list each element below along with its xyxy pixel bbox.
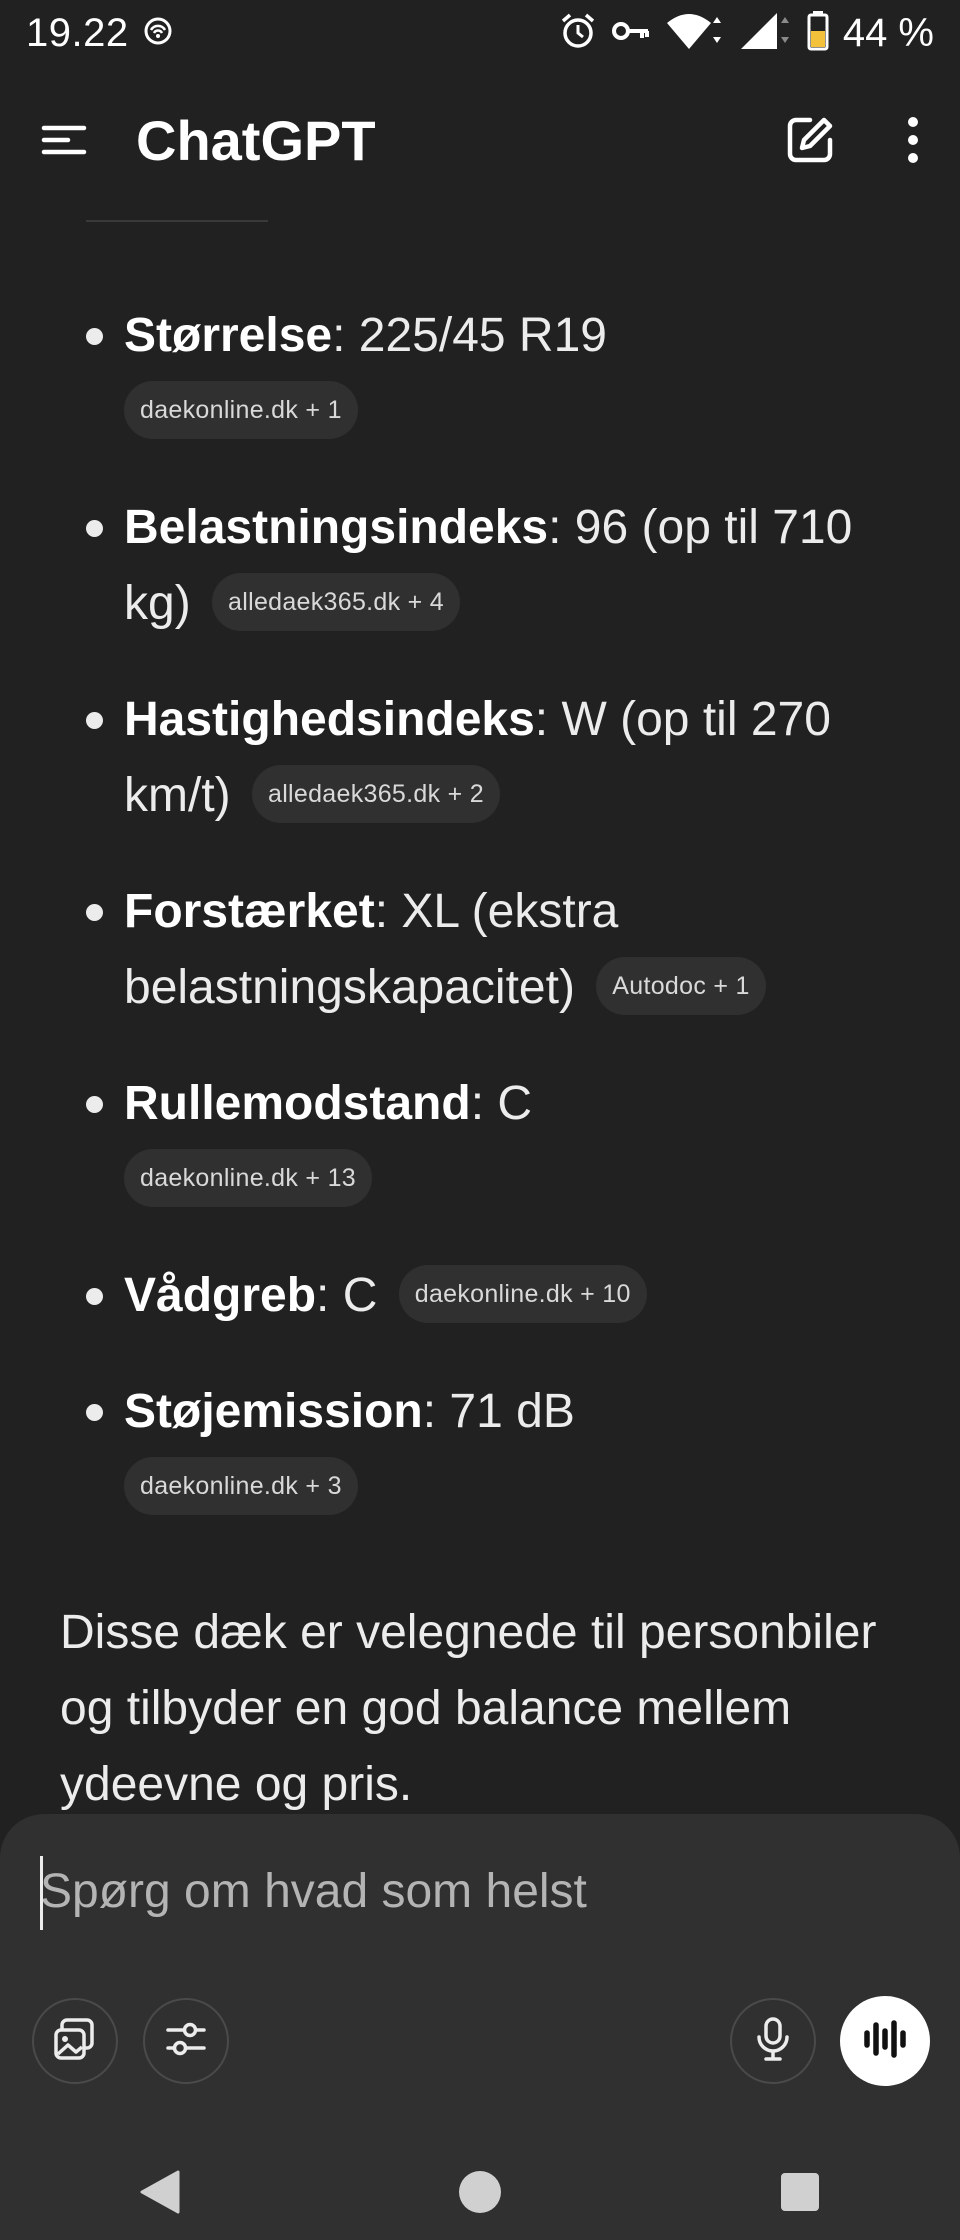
spec-term: Størrelse xyxy=(124,309,333,362)
app-bar-actions xyxy=(784,114,920,166)
spec-term: Rullemodstand xyxy=(124,1077,471,1130)
spec-value: : 225/45 R19 xyxy=(332,309,607,362)
app-bar: ChatGPT xyxy=(0,80,960,200)
bullet-dot xyxy=(86,712,103,729)
source-chip[interactable]: daekonline.dk + 1 xyxy=(124,381,358,440)
source-chip[interactable]: Autodoc + 1 xyxy=(596,957,766,1016)
spec-term: Forstærket xyxy=(124,885,375,938)
hotspot-icon xyxy=(143,14,173,53)
source-chip[interactable]: daekonline.dk + 13 xyxy=(124,1149,372,1208)
microphone-icon xyxy=(756,2016,790,2066)
voice-waveform-icon xyxy=(861,2019,909,2064)
wifi-icon xyxy=(665,11,725,56)
bullet-dot xyxy=(86,328,103,345)
battery-icon xyxy=(807,10,829,56)
bullet-dot xyxy=(86,1096,103,1113)
status-left: 19.22 xyxy=(26,11,173,56)
app-title: ChatGPT xyxy=(136,108,376,172)
status-time: 19.22 xyxy=(26,10,129,55)
image-icon xyxy=(52,2016,98,2067)
spec-term: Støjemission xyxy=(124,1385,423,1438)
chatgpt-screen: 19.22 44 % ChatGPT Størrelse: 225/45 R19… xyxy=(0,0,960,2240)
spec-item-speed-index: Hastighedsindeks: W (op til 270 km/t) al… xyxy=(86,682,914,834)
bullet-dot xyxy=(86,520,103,537)
prompt-input[interactable] xyxy=(40,1854,900,1930)
vpn-key-icon xyxy=(611,16,651,51)
spec-item-rolling-resistance: Rullemodstand: C daekonline.dk + 13 xyxy=(86,1066,914,1218)
back-icon[interactable] xyxy=(100,2152,220,2232)
bullet-dot xyxy=(86,1288,103,1305)
divider xyxy=(86,220,268,222)
bullet-dot xyxy=(86,1404,103,1421)
source-chip[interactable]: alledaek365.dk + 4 xyxy=(212,573,461,632)
spec-value: : C xyxy=(316,1269,378,1322)
new-chat-icon[interactable] xyxy=(784,114,836,166)
tools-button[interactable] xyxy=(143,1998,229,2084)
composer xyxy=(0,1814,960,2144)
spec-value: : C xyxy=(470,1077,533,1130)
summary-text: Disse dæk er velegnede til personbiler o… xyxy=(60,1606,877,1811)
text-cursor xyxy=(40,1856,43,1930)
spec-item-size: Størrelse: 225/45 R19 daekonline.dk + 1 xyxy=(86,298,914,450)
battery-percent: 44 % xyxy=(842,10,934,55)
menu-icon[interactable] xyxy=(40,124,88,156)
voice-mode-button[interactable] xyxy=(840,1996,930,2086)
dictate-button[interactable] xyxy=(730,1998,816,2084)
attach-image-button[interactable] xyxy=(32,1998,118,2084)
spec-value: : 71 dB xyxy=(422,1385,575,1438)
source-chip[interactable]: alledaek365.dk + 2 xyxy=(251,765,500,824)
home-icon[interactable] xyxy=(420,2152,540,2232)
spec-item-reinforced: Forstærket: XL (ekstra belastningskapaci… xyxy=(86,874,914,1026)
spec-item-load-index: Belastningsindeks: 96 (op til 710 kg) al… xyxy=(86,490,914,642)
spec-item-noise: Støjemission: 71 dB daekonline.dk + 3 xyxy=(86,1374,914,1526)
system-nav-bar xyxy=(0,2144,960,2240)
source-chip[interactable]: daekonline.dk + 3 xyxy=(124,1457,358,1516)
cell-signal-icon xyxy=(739,11,793,56)
status-bar: 19.22 44 % xyxy=(0,0,960,66)
spec-item-wet-grip: Vådgreb: C daekonline.dk + 10 xyxy=(86,1258,914,1334)
recents-icon[interactable] xyxy=(740,2152,860,2232)
bullet-dot xyxy=(86,904,103,921)
spec-term: Vådgreb xyxy=(124,1269,317,1322)
spec-term: Belastningsindeks xyxy=(124,501,549,554)
spec-term: Hastighedsindeks xyxy=(124,693,535,746)
source-chip[interactable]: daekonline.dk + 10 xyxy=(398,1265,647,1324)
alarm-icon xyxy=(559,12,597,55)
tools-sliders-icon xyxy=(164,2019,208,2064)
more-vert-icon[interactable] xyxy=(906,116,920,164)
status-right: 44 % xyxy=(559,10,934,56)
